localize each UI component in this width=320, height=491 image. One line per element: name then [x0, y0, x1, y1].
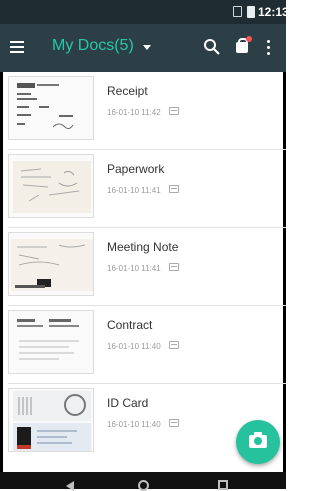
document-item-contract[interactable]: Contract 16-01-10 11:40 [8, 306, 286, 384]
status-time: 12:13 [258, 5, 289, 19]
document-date: 16-01-10 11:41 [107, 186, 161, 195]
document-item-receipt[interactable]: Receipt 16-01-10 11:42 [8, 72, 286, 150]
premium-icon[interactable] [233, 36, 253, 56]
home-icon[interactable] [138, 480, 149, 491]
menu-icon[interactable] [10, 41, 24, 53]
app-bar: My Docs(5) [0, 24, 286, 72]
page-count-icon [169, 107, 179, 115]
more-vert-icon[interactable] [266, 39, 272, 57]
document-thumbnail [8, 388, 94, 452]
document-thumbnail [8, 76, 94, 140]
document-name: Paperwork [107, 162, 165, 176]
page-count-icon [169, 263, 179, 271]
folder-dropdown[interactable]: My Docs(5) [52, 37, 151, 55]
document-date: 16-01-10 11:41 [107, 264, 161, 273]
back-icon[interactable] [66, 481, 74, 491]
document-name: Contract [107, 318, 153, 332]
app-title: My Docs(5) [52, 37, 134, 54]
document-name: ID Card [107, 396, 149, 410]
status-bar: 12:13 [0, 0, 289, 24]
system-nav-bar [0, 472, 286, 491]
document-name: Receipt [107, 84, 148, 98]
document-thumbnail [8, 310, 94, 374]
document-date: 16-01-10 11:42 [107, 108, 161, 117]
document-thumbnail [8, 232, 94, 296]
page-count-icon [169, 419, 179, 427]
document-date: 16-01-10 11:40 [107, 342, 161, 351]
page-count-icon [169, 341, 179, 349]
page-count-icon [169, 185, 179, 193]
document-name: Meeting Note [107, 240, 179, 254]
battery-icon [247, 6, 255, 18]
search-icon[interactable] [203, 38, 221, 56]
dropdown-caret-icon [142, 44, 151, 50]
camera-fab[interactable] [236, 420, 280, 464]
document-date: 16-01-10 11:40 [107, 420, 161, 429]
frame-border-left [0, 0, 3, 489]
sim-icon [233, 6, 242, 17]
document-thumbnail [8, 154, 94, 218]
document-item-paperwork[interactable]: Paperwork 16-01-10 11:41 [8, 150, 286, 228]
document-item-meeting-note[interactable]: Meeting Note 16-01-10 11:41 [8, 228, 286, 306]
